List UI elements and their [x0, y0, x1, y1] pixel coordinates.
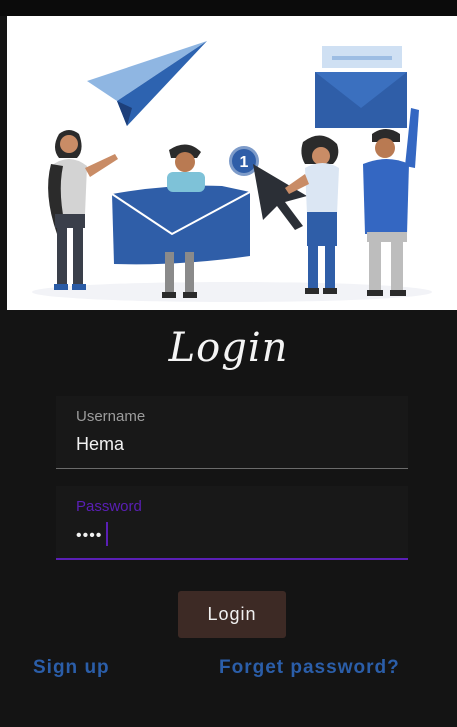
woman-figure — [48, 130, 118, 290]
forget-password-link[interactable]: Forget password? — [219, 657, 400, 679]
login-screen: 1 Login Username Hema Password •••• Logi… — [0, 0, 457, 727]
large-envelope-icon — [111, 185, 251, 265]
page-title: Login — [168, 325, 289, 371]
password-label: Password — [76, 498, 142, 515]
login-button[interactable]: Login — [178, 591, 286, 638]
man-figure-right — [363, 108, 419, 296]
status-bar — [0, 0, 457, 16]
envelope-icon — [315, 46, 407, 128]
username-label: Username — [76, 408, 146, 425]
hero-illustration: 1 — [7, 16, 457, 310]
svg-text:1: 1 — [240, 154, 249, 171]
username-field[interactable]: Username Hema — [56, 396, 408, 469]
paper-plane-icon — [87, 41, 207, 126]
signup-link[interactable]: Sign up — [33, 657, 110, 679]
password-field[interactable]: Password •••• — [56, 486, 408, 560]
people-with-mail-illustration: 1 — [32, 41, 432, 302]
text-cursor — [106, 522, 108, 546]
cursor-icon — [253, 164, 307, 230]
password-input[interactable]: •••• — [76, 527, 102, 545]
username-input[interactable]: Hema — [76, 434, 124, 455]
